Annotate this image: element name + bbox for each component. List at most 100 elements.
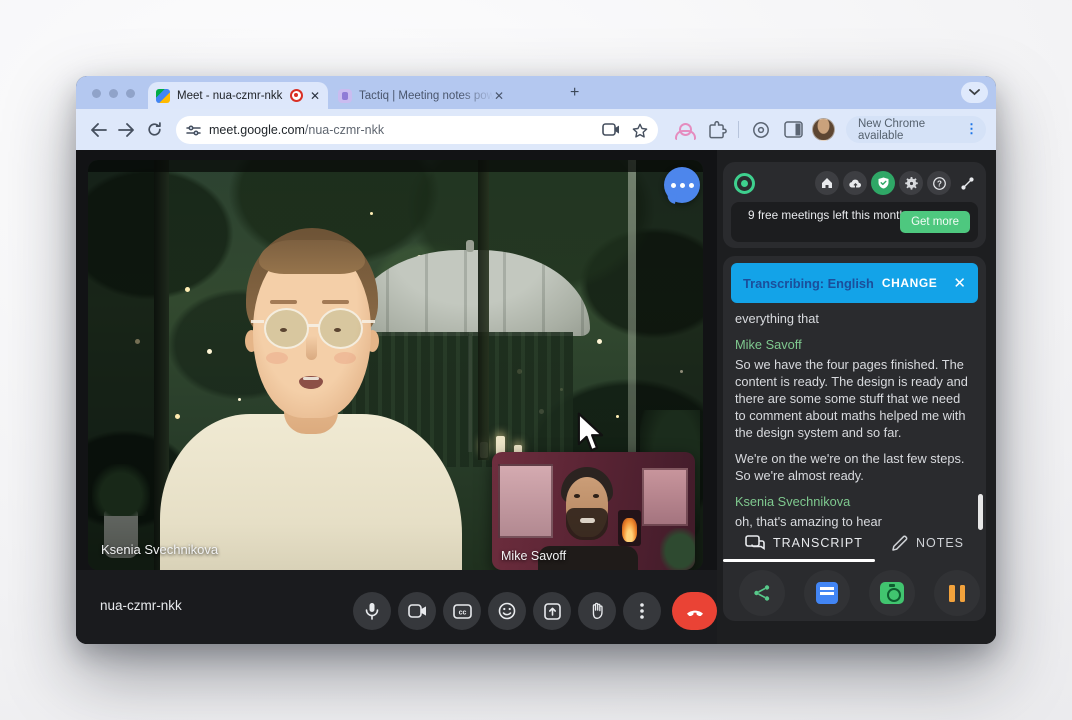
end-call-button[interactable] (672, 592, 717, 630)
url-text: meet.google.com/nua-czmr-nkk (209, 123, 602, 137)
connect-icon[interactable] (955, 171, 979, 195)
transcribing-label: Transcribing: English (743, 276, 882, 291)
meet-favicon (156, 89, 170, 103)
more-vertical-icon (640, 603, 644, 619)
cheek (266, 352, 288, 364)
svg-text:cc: cc (458, 609, 466, 616)
raise-hand-button[interactable] (578, 592, 616, 630)
pip-beard (566, 508, 608, 540)
chrome-update-label: New Chrome available (858, 118, 965, 142)
reload-icon (147, 122, 162, 137)
pip-eye (574, 494, 580, 498)
chip-menu-icon[interactable]: ⋮ (965, 126, 978, 133)
sidebar-tabs: TRANSCRIPT NOTES (723, 528, 986, 558)
transcript-text: everything that Mike Savoff So we have t… (735, 310, 974, 539)
captions-button[interactable]: cc (443, 592, 481, 630)
tactiq-header-icons: ? (815, 171, 979, 195)
side-panel-icon[interactable] (784, 121, 803, 138)
toolbar-divider (738, 121, 739, 138)
tactiq-favicon (338, 89, 352, 103)
cheek (334, 352, 356, 364)
tactiq-extension-icon[interactable] (674, 121, 694, 139)
pip-video-tile[interactable]: Mike Savoff (492, 452, 695, 570)
share-button[interactable] (739, 570, 785, 616)
get-more-button[interactable]: Get more (900, 211, 970, 233)
url-host: meet.google.com (209, 123, 305, 137)
microphone-button[interactable] (353, 592, 391, 630)
site-settings-icon (186, 124, 201, 137)
close-banner-icon[interactable]: ✕ (953, 276, 966, 291)
eye (334, 328, 341, 332)
transcript-card: Transcribing: English CHANGE ✕ everythin… (723, 256, 986, 621)
back-arrow-icon (90, 123, 107, 137)
reload-button[interactable] (140, 116, 168, 144)
browser-window: Meet - nua-czmr-nkk ✕ Tactiq | Meeting n… (76, 76, 996, 644)
tab-meet[interactable]: Meet - nua-czmr-nkk ✕ (148, 82, 328, 109)
home-icon[interactable] (815, 171, 839, 195)
tactiq-action-bar (723, 568, 986, 618)
extensions-puzzle-icon[interactable] (708, 121, 727, 139)
tabstrip-collapse-button[interactable] (961, 82, 988, 103)
tactiq-sidebar: ? 9 free meetings left this month Get mo… (717, 150, 996, 644)
transcript-line: We're on the we're on the last few steps… (735, 450, 974, 484)
camera-button[interactable] (398, 592, 436, 630)
tab-title: Tactiq | Meeting notes powe (359, 90, 494, 102)
google-docs-button[interactable] (804, 570, 850, 616)
fireplace (618, 510, 641, 546)
raise-hand-icon (589, 602, 605, 620)
chat-bubble-overlay-icon[interactable] (664, 167, 700, 203)
speaker-name: Ksenia Svechnikova (735, 493, 974, 510)
picture-in-picture-camera-icon[interactable] (602, 123, 620, 137)
more-options-button[interactable] (623, 592, 661, 630)
reactions-button[interactable] (488, 592, 526, 630)
pip-plant (660, 528, 695, 570)
pause-icon (949, 585, 965, 602)
change-language-button[interactable]: CHANGE (882, 276, 938, 290)
window-content: Ksenia Svechnikova Mike Savoff (76, 150, 996, 644)
loom-extension-icon[interactable] (752, 121, 770, 139)
share-icon (753, 584, 771, 602)
new-tab-button[interactable]: + (570, 84, 579, 102)
glasses-arm (362, 320, 375, 323)
bookmark-star-icon[interactable] (632, 123, 648, 138)
camera-icon (408, 604, 427, 618)
tab-notes[interactable]: NOTES (891, 535, 964, 552)
present-screen-button[interactable] (533, 592, 571, 630)
tab-tactiq[interactable]: Tactiq | Meeting notes powe ✕ (332, 83, 510, 109)
pause-transcription-button[interactable] (934, 570, 980, 616)
tactiq-header-card: ? 9 free meetings left this month Get mo… (723, 162, 986, 248)
transcript-scrollbar[interactable] (978, 494, 983, 530)
tactiq-logo-icon (734, 173, 755, 194)
forward-button[interactable] (112, 116, 140, 144)
shield-check-icon[interactable] (871, 171, 895, 195)
smile-icon (498, 602, 516, 620)
close-tab-icon[interactable]: ✕ (494, 90, 504, 102)
chat-bubbles-icon (745, 535, 765, 552)
pergola-beam (88, 160, 703, 172)
screenshot-button[interactable] (869, 570, 915, 616)
chrome-update-chip[interactable]: New Chrome available ⋮ (846, 116, 986, 143)
free-meetings-box: 9 free meetings left this month Get more (731, 202, 978, 242)
help-icon[interactable]: ? (927, 171, 951, 195)
free-meetings-text: 9 free meetings left this month (747, 208, 907, 222)
pip-participant-name: Mike Savoff (501, 549, 566, 563)
transcribing-banner: Transcribing: English CHANGE ✕ (731, 263, 978, 303)
url-path: /nua-czmr-nkk (305, 123, 384, 137)
recording-indicator-icon (290, 89, 303, 102)
browser-toolbar: meet.google.com/nua-czmr-nkk New Chrome … (76, 109, 996, 150)
screenshot-camera-icon (880, 582, 904, 604)
window-traffic-lights[interactable] (92, 89, 135, 98)
close-tab-icon[interactable]: ✕ (310, 90, 320, 102)
tab-transcript[interactable]: TRANSCRIPT (745, 535, 863, 552)
glasses-arm (251, 320, 264, 323)
back-button[interactable] (84, 116, 112, 144)
profile-avatar[interactable] (812, 118, 835, 141)
settings-gear-icon[interactable] (899, 171, 923, 195)
address-bar[interactable]: meet.google.com/nua-czmr-nkk (176, 116, 658, 144)
tab-transcript-label: TRANSCRIPT (773, 536, 863, 550)
meet-stage: Ksenia Svechnikova Mike Savoff (76, 150, 717, 644)
google-docs-icon (816, 582, 838, 604)
cloud-upload-icon[interactable] (843, 171, 867, 195)
pip-window-left (498, 464, 553, 538)
main-participant-name: Ksenia Svechnikova (101, 542, 218, 557)
